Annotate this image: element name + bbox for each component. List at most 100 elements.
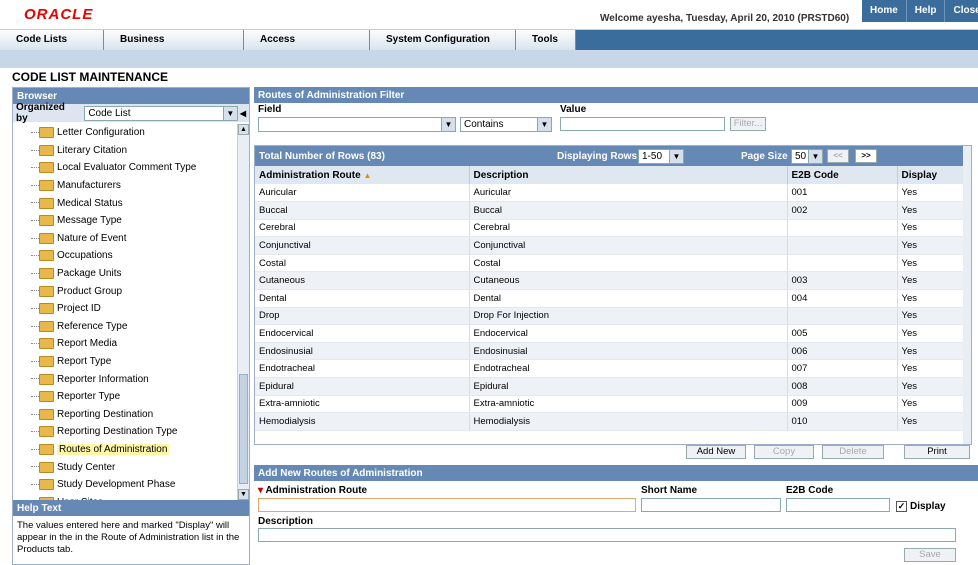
tree-item[interactable]: Occupations (13, 247, 238, 265)
tree-item[interactable]: Reference Type (13, 318, 238, 336)
tree-item[interactable]: Study Development Phase (13, 476, 238, 494)
value-input[interactable] (560, 117, 725, 131)
help-text: The values entered here and marked "Disp… (17, 520, 240, 555)
table-row[interactable]: Buccal Buccal 002 Yes (255, 201, 971, 220)
table-row[interactable]: Cerebral Cerebral Yes (255, 219, 971, 238)
folder-icon (39, 320, 54, 332)
tree-item[interactable]: Medical Status (13, 194, 238, 212)
table-cell: Auricular (469, 184, 788, 203)
grid-scrollbar[interactable] (963, 146, 971, 444)
table-cell: Dental (255, 289, 470, 308)
prev-page-button[interactable]: << (827, 149, 849, 163)
scroll-thumb[interactable] (239, 374, 248, 484)
tree-item[interactable]: Literary Citation (13, 142, 238, 160)
chevron-down-icon[interactable]: ▼ (222, 106, 237, 120)
add-new-button[interactable]: Add New (686, 445, 746, 459)
tree-item[interactable]: Reporting Destination Type (13, 423, 238, 441)
chevron-down-icon[interactable]: ▼ (808, 150, 822, 163)
table-cell: Hemodialysis (469, 412, 788, 431)
tree-scrollbar[interactable]: ▲ ▼ (237, 124, 249, 500)
help-link[interactable]: Help (907, 0, 946, 22)
col-display[interactable]: Display (897, 166, 971, 184)
description-label: Description (258, 516, 314, 527)
close-link[interactable]: Close (945, 0, 978, 22)
table-cell: Yes (897, 395, 971, 414)
tree-item[interactable]: Nature of Event (13, 230, 238, 248)
table-row[interactable]: Hemodialysis Hemodialysis 010 Yes (255, 412, 971, 431)
tree-item[interactable]: Reporting Destination (13, 406, 238, 424)
filter-button[interactable]: Filter... (730, 117, 766, 131)
folder-icon (39, 180, 54, 192)
tree-item[interactable]: Message Type (13, 212, 238, 230)
table-row[interactable]: Cutaneous Cutaneous 003 Yes (255, 271, 971, 291)
table-cell: Buccal (255, 201, 470, 220)
table-row[interactable]: Extra-amniotic Extra-amniotic 009 Yes (255, 395, 971, 414)
table-cell: Yes (897, 271, 971, 291)
menu-code-lists[interactable]: Code Lists (0, 30, 104, 50)
table-row[interactable]: Costal Costal Yes (255, 254, 971, 273)
e2b-code-input[interactable] (786, 498, 890, 512)
tree-item[interactable]: Letter Configuration (13, 124, 238, 142)
menu-business-configuration[interactable]: Business Configuration (104, 30, 244, 65)
folder-icon (39, 144, 54, 156)
description-input[interactable] (258, 528, 956, 542)
tree-item[interactable]: Product Group (13, 282, 238, 300)
print-button[interactable]: Print (904, 445, 970, 459)
table-row[interactable]: Epidural Epidural 008 Yes (255, 377, 971, 396)
tree-item[interactable]: Report Type (13, 353, 238, 371)
displaying-rows-select[interactable]: 1-50 ▼ (638, 149, 684, 164)
chevron-down-icon[interactable]: ▼ (537, 118, 551, 131)
save-button[interactable]: Save (904, 548, 956, 562)
home-link[interactable]: Home (862, 0, 907, 22)
table-row[interactable]: Endosinusial Endosinusial 006 Yes (255, 342, 971, 361)
operator-select[interactable]: Contains ▼ (460, 117, 552, 132)
folder-icon (39, 426, 54, 438)
tree-item[interactable]: Manufacturers (13, 177, 238, 195)
table-row[interactable]: Dental Dental 004 Yes (255, 289, 971, 308)
field-select[interactable]: ▼ (258, 117, 456, 132)
col-e2b-code[interactable]: E2B Code (787, 166, 898, 184)
tree-item[interactable]: Report Media (13, 335, 238, 353)
copy-button[interactable]: Copy (754, 445, 814, 459)
tree-item-label: Reporter Type (57, 391, 121, 403)
display-checkbox[interactable]: ✓ (896, 501, 907, 512)
tree-item[interactable]: Study Center (13, 458, 238, 476)
menu-access-management[interactable]: Access Management (244, 30, 370, 65)
folder-icon (39, 127, 54, 139)
table-cell: Yes (897, 184, 971, 203)
table-row[interactable]: Drop Drop For Injection Yes (255, 307, 971, 326)
tree-item[interactable]: Routes of Administration (13, 441, 238, 459)
displaying-rows-label: Displaying Rows (557, 151, 638, 162)
menu-system-configuration[interactable]: System Configuration (370, 30, 516, 50)
tree-item[interactable]: Package Units (13, 265, 238, 283)
table-row[interactable]: Endocervical Endocervical 005 Yes (255, 324, 971, 343)
table-row[interactable]: Auricular Auricular 001 Yes (255, 184, 971, 203)
col-description[interactable]: Description (469, 166, 788, 184)
tree-item[interactable]: Reporter Type (13, 388, 238, 406)
tree-item[interactable]: Local Evaluator Comment Type (13, 159, 238, 177)
folder-icon (39, 232, 54, 244)
required-flag-icon: ▾ (258, 485, 264, 496)
organized-by-select[interactable]: Code List ▼ (84, 105, 238, 121)
scroll-down-icon[interactable]: ▼ (238, 489, 249, 500)
scroll-up-icon[interactable]: ▲ (238, 124, 249, 135)
col-administration-route[interactable]: Administration Route ▲ (255, 166, 470, 184)
next-page-button[interactable]: >> (855, 149, 877, 163)
folder-icon (39, 356, 54, 368)
tree-item[interactable]: Project ID (13, 300, 238, 318)
main-menu: Code Lists Business Configuration Access… (0, 30, 978, 65)
short-name-input[interactable] (641, 498, 781, 512)
tree-item[interactable]: Reporter Information (13, 370, 238, 388)
admin-route-label-text: Administration Route (265, 485, 368, 496)
page-title: CODE LIST MAINTENANCE (12, 70, 168, 84)
table-row[interactable]: Conjunctival Conjunctival Yes (255, 236, 971, 255)
menu-tools[interactable]: Tools (516, 30, 576, 50)
chevron-down-icon[interactable]: ▼ (669, 150, 683, 163)
admin-route-input[interactable] (258, 498, 636, 512)
table-cell: Yes (897, 412, 971, 431)
chevron-down-icon[interactable]: ▼ (441, 118, 455, 131)
delete-button[interactable]: Delete (822, 445, 884, 459)
table-row[interactable]: Endotracheal Endotracheal 007 Yes (255, 359, 971, 379)
page-size-select[interactable]: 50 ▼ (791, 149, 823, 164)
collapse-arrow-icon[interactable]: ◀ (240, 109, 246, 118)
